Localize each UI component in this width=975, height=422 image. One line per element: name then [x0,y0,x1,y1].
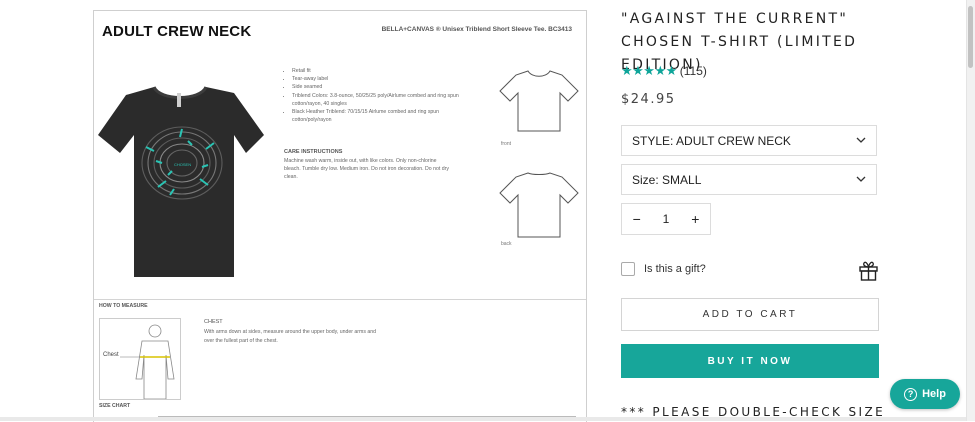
spec-subtitle: BELLA+CANVAS ® Unisex Triblend Short Sle… [381,26,572,33]
help-button[interactable]: ? Help [890,379,960,409]
size-chart-title: SIZE CHART [99,403,131,409]
feature-list: Retail fit Tear-away label Side seamed T… [284,67,467,124]
tshirt-front-outline [499,70,579,132]
scrollbar-thumb[interactable] [968,6,973,68]
size-select-value: Size: SMALL [632,172,702,187]
star-rating-icon: ★★★★★ [621,63,677,78]
buy-it-now-button[interactable]: BUY IT NOW [621,344,879,378]
care-text: Machine wash warm, inside out, with like… [284,158,449,181]
question-icon: ? [904,387,918,401]
care-title: CARE INSTRUCTIONS [284,149,343,155]
quantity-increase-button[interactable]: + [684,211,706,227]
front-label: front [501,141,512,147]
chest-text: With arms down at sides, measure around … [204,329,377,344]
gift-checkbox[interactable] [621,262,635,276]
chevron-down-icon [856,174,866,185]
svg-text:CHOSEN: CHOSEN [174,162,191,167]
style-select[interactable]: STYLE: ADULT CREW NECK [621,125,877,156]
divider [94,299,586,300]
quantity-stepper[interactable]: − 1 + [621,203,711,235]
feature-item: Black Heather Triblend: 70/15/15 Airlume… [292,108,467,124]
how-to-measure-title: HOW TO MEASURE [99,303,148,309]
chevron-down-icon [856,135,866,146]
chest-marker-label: Chest [103,352,119,358]
style-select-value: STYLE: ADULT CREW NECK [632,133,791,148]
add-to-cart-button[interactable]: ADD TO CART [621,298,879,331]
help-label: Help [922,388,946,400]
feature-item: Tear-away label [292,75,467,83]
size-select[interactable]: Size: SMALL [621,164,877,195]
spec-title: ADULT CREW NECK [102,23,252,40]
review-count[interactable]: (115) [680,64,707,78]
chest-label: CHEST [204,319,223,325]
quantity-value[interactable]: 1 [655,212,677,226]
feature-item: Retail fit [292,67,467,75]
tshirt-front-image: CHOSEN [98,86,264,277]
feature-item: Triblend Colors: 3.8-ounce, 50/25/25 pol… [292,92,467,108]
feature-item: Side seamed [292,83,467,91]
measure-diagram: Chest [99,318,181,400]
product-image[interactable]: ADULT CREW NECK BELLA+CANVAS ® Unisex Tr… [93,10,587,422]
tshirt-back-outline [499,172,579,238]
quantity-decrease-button[interactable]: − [626,211,648,227]
gift-icon [859,261,878,281]
product-price: $24.95 [621,92,676,107]
back-label: back [501,241,512,247]
rating[interactable]: ★★★★★ (115) [621,63,707,79]
gift-label[interactable]: Is this a gift? [644,263,706,275]
bottom-edge [0,417,966,421]
